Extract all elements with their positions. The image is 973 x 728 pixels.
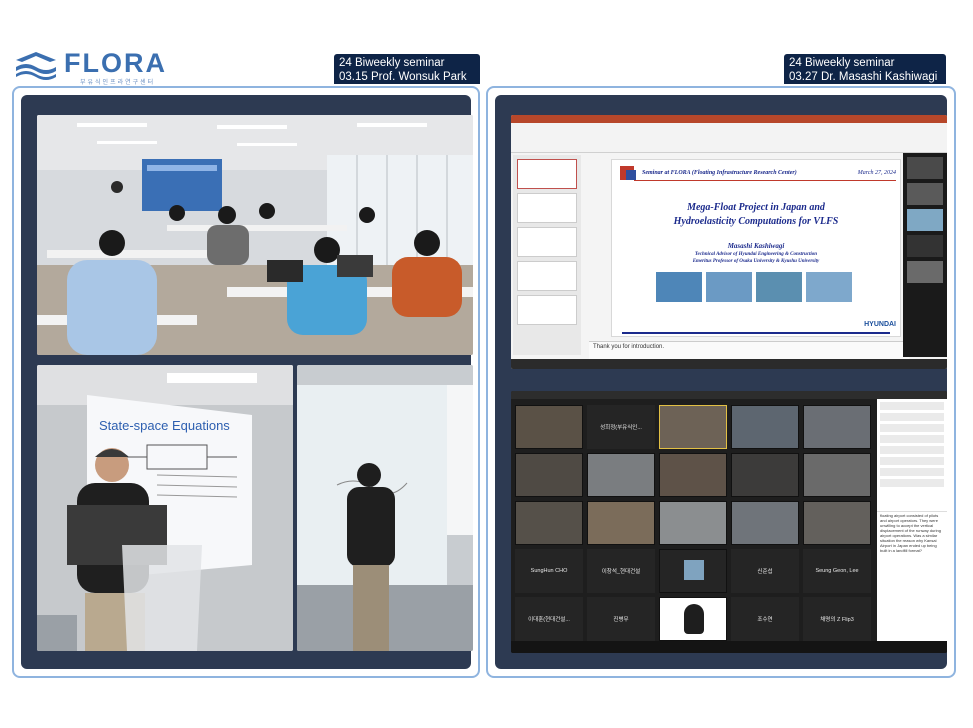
zoom-participant-name: 진병무 (613, 617, 629, 623)
seminar-tag-right-line1: 24 Biweekly seminar (789, 57, 895, 69)
wave-logo-icon (16, 52, 56, 80)
classroom-photo (37, 115, 473, 355)
zoom-video-tile (515, 405, 583, 449)
ppt-image-4 (806, 272, 852, 302)
ppt-notes-text: Thank you for introduction. (593, 344, 665, 350)
ppt-brand-logo: HYUNDAI (864, 321, 896, 328)
zoom-participant-name: 이대훈(현대건설... (528, 617, 570, 623)
logo-subtitle: 부유식인프라연구센터 (80, 80, 156, 86)
zoom-name-tile: Seung Geon, Lee (803, 549, 871, 593)
ppt-image-2 (706, 272, 752, 302)
zoom-participant-name: Seung Geon, Lee (815, 568, 859, 574)
ppt-title-line2: Hydroelasticity Computations for VLFS (673, 216, 839, 227)
ppt-image-1 (656, 272, 702, 302)
ppt-image-3 (756, 272, 802, 302)
zoom-participant-name: 신준섭 (757, 569, 773, 575)
zoom-video-tile (803, 501, 871, 545)
zoom-participant-name: 채명의 Z Flip3 (820, 617, 854, 623)
zoom-video-tile (659, 597, 727, 641)
zoom-toolbar[interactable] (511, 641, 947, 653)
lecture-slide-title: State-space Equations (99, 418, 230, 433)
ppt-main-slide: Seminar at FLORA (Floating Infrastructur… (611, 159, 901, 337)
zoom-name-tile: 이창석_현대건설 (587, 549, 655, 593)
lecturer-photo: State-space Equations (37, 365, 293, 651)
zoom-name-tile: 성희정(부유식인... (587, 405, 655, 449)
zoom-video-tile (659, 549, 727, 593)
right-seminar-panel: Seminar at FLORA (Floating Infrastructur… (486, 86, 956, 678)
ppt-statusbar (511, 359, 947, 369)
left-panel-background: State-space Equations (21, 95, 473, 669)
zoom-participant-name: 성희정(부유식인... (600, 425, 642, 431)
ppt-titlebar (511, 115, 947, 123)
ppt-slide-date: March 27, 2024 (857, 170, 896, 176)
ppt-role1: Technical Advisor of Hyundai Engineering… (694, 252, 818, 257)
zoom-video-tile (803, 405, 871, 449)
zoom-video-tile (515, 501, 583, 545)
zoom-participant-name: 조수연 (757, 617, 773, 623)
seminar-tag-right: 24 Biweekly seminar 03.27 Dr. Masashi Ka… (784, 54, 946, 84)
seminar-tag-right-line2: 03.27 Dr. Masashi Kashiwagi (789, 71, 938, 83)
seminar-tag-left-line2: 03.15 Prof. Wonsuk Park (339, 71, 467, 83)
zoom-participant-list (877, 402, 947, 512)
whiteboard-scene (297, 365, 473, 651)
ppt-role2: Emeritus Professor of Osaka University &… (692, 259, 820, 264)
ppt-presenter: Masashi Kashiwagi (727, 242, 785, 250)
zoom-video-tile-active-speaker (659, 405, 727, 449)
zoom-video-grid: 성희정(부유식인... SungHun CHO 이창석_현대건설 신준섭 Seu… (515, 405, 877, 641)
left-seminar-panel: State-space Equations (12, 86, 480, 678)
seminar-tag-left: 24 Biweekly seminar 03.15 Prof. Wonsuk P… (334, 54, 480, 84)
right-panel-background: Seminar at FLORA (Floating Infrastructur… (495, 95, 947, 669)
ppt-slide-header: Seminar at FLORA (Floating Infrastructur… (642, 170, 797, 176)
zoom-participant-name: SungHun CHO (530, 568, 568, 574)
zoom-name-tile: 신준섭 (731, 549, 799, 593)
zoom-side-panel: floating airport consisted of pilots and… (877, 399, 947, 645)
classroom-scene (37, 115, 473, 355)
seminar-tag-left-line1: 24 Biweekly seminar (339, 57, 445, 69)
zoom-name-tile: 채명의 Z Flip3 (803, 597, 871, 641)
zoom-chat-message: floating airport consisted of pilots and… (880, 513, 941, 553)
zoom-participant-name: 이창석_현대건설 (601, 569, 641, 575)
zoom-name-tile: 이대훈(현대건설... (515, 597, 583, 641)
zoom-name-tile: SungHun CHO (515, 549, 583, 593)
powerpoint-screenshot: Seminar at FLORA (Floating Infrastructur… (511, 115, 947, 369)
zoom-video-tile (803, 453, 871, 497)
whiteboard-photo (297, 365, 473, 651)
zoom-video-tile (731, 405, 799, 449)
zoom-name-tile: 진병무 (587, 597, 655, 641)
zoom-video-tile (515, 453, 583, 497)
ppt-notes-pane: Thank you for introduction. (589, 341, 909, 361)
ppt-side-video-strip (903, 153, 947, 357)
zoom-video-tile (659, 453, 727, 497)
lecturer-scene: State-space Equations (37, 365, 293, 651)
logo-wordmark: FLORA (64, 48, 167, 78)
zoom-meeting-screenshot: 성희정(부유식인... SungHun CHO 이창석_현대건설 신준섭 Seu… (511, 391, 947, 653)
seminar-collage-page: FLORA 부유식인프라연구센터 24 Biweekly seminar 03.… (0, 0, 973, 728)
zoom-titlebar (511, 391, 947, 399)
ppt-slide-thumbnails (513, 155, 581, 355)
ppt-title-line1: Mega-Float Project in Japan and (687, 202, 825, 213)
zoom-video-tile (587, 453, 655, 497)
zoom-video-tile (659, 501, 727, 545)
zoom-name-tile: 조수연 (731, 597, 799, 641)
zoom-video-tile (587, 501, 655, 545)
zoom-video-tile (731, 453, 799, 497)
flora-logo: FLORA 부유식인프라연구센터 (14, 48, 184, 88)
zoom-video-tile (731, 501, 799, 545)
ppt-ribbon (511, 123, 947, 153)
